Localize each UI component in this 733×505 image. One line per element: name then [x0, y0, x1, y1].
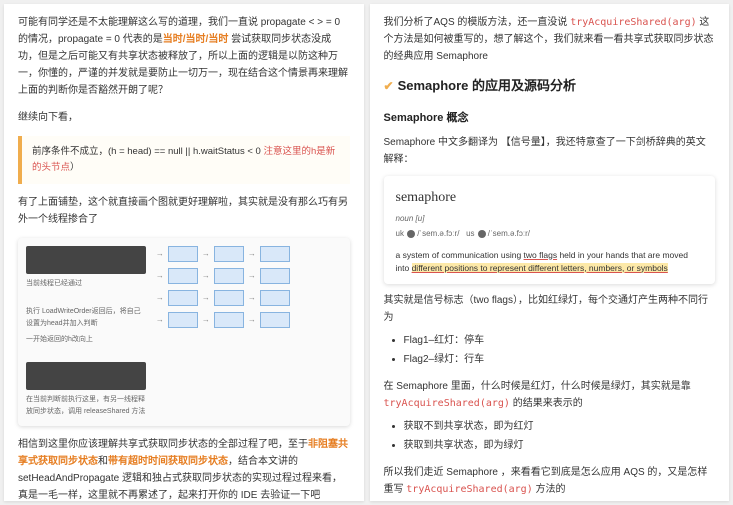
node-box	[260, 312, 290, 328]
list-item: Flag1–红灯：停车	[404, 332, 716, 349]
diagram-right-col: → → → → → → → → → → → →	[156, 246, 342, 417]
pron-label: uk	[396, 229, 404, 238]
text: 在 Semaphore 里面，什么时候是红灯，什么时候是绿灯，其实就是靠	[384, 381, 691, 392]
dict-pos: noun [u]	[396, 212, 704, 226]
paragraph: 有了上面铺垫，这个就直接画个图就更好理解啦，其实就是没有那么巧有另外一个线程掺合…	[18, 194, 350, 228]
diagram-left-col: 当前线程已经通过 执行 LoadWriteOrder返回后，将自己设置为head…	[26, 246, 146, 417]
arrow-icon: →	[248, 247, 256, 261]
node-box	[168, 290, 198, 306]
node-box	[214, 290, 244, 306]
caption: 在当前判断前执行这里，有另一线程释放同步状态，调用 releaseShared …	[26, 394, 146, 418]
text: 我们分析了AQS 的模版方法，还一直没说	[384, 17, 571, 28]
pron-ipa: /ˈsem.ə.fɔːr/	[417, 229, 459, 238]
arrow-icon: →	[248, 269, 256, 283]
node-box	[168, 268, 198, 284]
paragraph: 我们分析了AQS 的模版方法，还一直没说 tryAcquireShared(ar…	[384, 14, 716, 65]
list-item: 获取到共享状态，即为绿灯	[404, 437, 716, 454]
highlight-text: 带有超时时间获取同步状态	[108, 456, 228, 467]
node-box	[260, 268, 290, 284]
code-snippet	[26, 246, 146, 274]
paragraph: Semaphore 中文多翻译为 【信号量】，我还特意查了一下剑桥辞典的英文解释…	[384, 134, 716, 168]
paragraph: 相信到这里你应该理解共享式获取同步状态的全部过程了吧，至于非阻塞共享式获取同步状…	[18, 436, 350, 501]
def-underline: different positions to represent differe…	[412, 263, 668, 273]
page-left: 可能有同学还是不太能理解这么写的道理，我们一直说 propagate < > =…	[4, 4, 364, 501]
text: 的结果来表示的	[510, 398, 583, 409]
text: 方法的	[533, 484, 566, 495]
node-box	[214, 268, 244, 284]
box-row: → → →	[156, 268, 342, 284]
paragraph: 可能有同学还是不太能理解这么写的道理，我们一直说 propagate < > =…	[18, 14, 350, 99]
paragraph: 在 Semaphore 里面，什么时候是红灯，什么时候是绿灯，其实就是靠 try…	[384, 378, 716, 412]
dict-pronunciation: uk /ˈsem.ə.fɔːr/ us /ˈsem.ə.fɔːr/	[396, 227, 704, 241]
box-row: → → →	[156, 312, 342, 328]
check-icon: ✔	[384, 79, 394, 93]
bullet-list: 获取不到共享状态，即为红灯 获取到共享状态，即为绿灯	[384, 418, 716, 454]
text: 和	[98, 456, 108, 467]
speaker-icon[interactable]	[407, 230, 415, 238]
arrow-icon: →	[248, 313, 256, 327]
code-snippet	[26, 362, 146, 390]
node-box	[168, 312, 198, 328]
bullet-list: Flag1–红灯：停车 Flag2–绿灯：行车	[384, 332, 716, 368]
arrow-icon: →	[202, 269, 210, 283]
note-text: 前序条件不成立，(h = head) == null || h.waitStat…	[32, 146, 263, 157]
dict-word: semaphore	[396, 186, 704, 210]
node-box	[260, 290, 290, 306]
code-text: tryAcquireShared(arg)	[384, 398, 510, 409]
note-block: 前序条件不成立，(h = head) == null || h.waitStat…	[18, 136, 350, 184]
page-right: 我们分析了AQS 的模版方法，还一直没说 tryAcquireShared(ar…	[370, 4, 730, 501]
caption: 一开始返回的h改向上	[26, 334, 146, 346]
code-text: tryAcquireShared(arg)	[406, 484, 532, 495]
node-box	[214, 246, 244, 262]
caption: 执行 LoadWriteOrder返回后，将自己设置为head并加入判断	[26, 306, 146, 330]
list-item: Flag2–绿灯：行车	[404, 351, 716, 368]
arrow-icon: →	[156, 291, 164, 305]
arrow-icon: →	[156, 247, 164, 261]
paragraph: 所以我们走近 Semaphore ，来看看它到底是怎么应用 AQS 的，又是怎样…	[384, 464, 716, 498]
dict-definition: a system of communication using two flag…	[396, 249, 704, 275]
pron-ipa: /ˈsem.ə.fɔːr/	[488, 229, 530, 238]
section-heading: ✔ Semaphore 的应用及源码分析	[384, 75, 716, 97]
arrow-icon: →	[156, 269, 164, 283]
arrow-icon: →	[202, 291, 210, 305]
caption: 当前线程已经通过	[26, 278, 146, 290]
arrow-icon: →	[248, 291, 256, 305]
text: 相信到这里你应该理解共享式获取同步状态的全部过程了吧，至于	[18, 439, 308, 450]
code-text: tryAcquireShared(arg)	[570, 17, 696, 28]
arrow-icon: →	[202, 247, 210, 261]
sub-heading: Semaphore 概念	[384, 109, 716, 128]
note-text: ）	[70, 162, 80, 173]
box-row: → → →	[156, 246, 342, 262]
arrow-icon: →	[202, 313, 210, 327]
pron-label: us	[466, 229, 474, 238]
diagram-image: 当前线程已经通过 执行 LoadWriteOrder返回后，将自己设置为head…	[18, 238, 350, 425]
paragraph: 其实就是信号标志（two flags），比如红绿灯，每个交通灯产生两种不同行为	[384, 292, 716, 326]
box-row: → → →	[156, 290, 342, 306]
heading-text: Semaphore 的应用及源码分析	[398, 78, 576, 93]
list-item: 获取不到共享状态，即为红灯	[404, 418, 716, 435]
dictionary-card: semaphore noun [u] uk /ˈsem.ə.fɔːr/ us /…	[384, 176, 716, 284]
highlight-text: 当时/当时/当时	[163, 34, 229, 45]
def-text: a system of communication using	[396, 250, 524, 260]
arrow-icon: →	[156, 313, 164, 327]
paragraph: 继续向下看，	[18, 109, 350, 126]
node-box	[168, 246, 198, 262]
speaker-icon[interactable]	[478, 230, 486, 238]
node-box	[214, 312, 244, 328]
node-box	[260, 246, 290, 262]
def-underline: two flags	[524, 250, 558, 260]
